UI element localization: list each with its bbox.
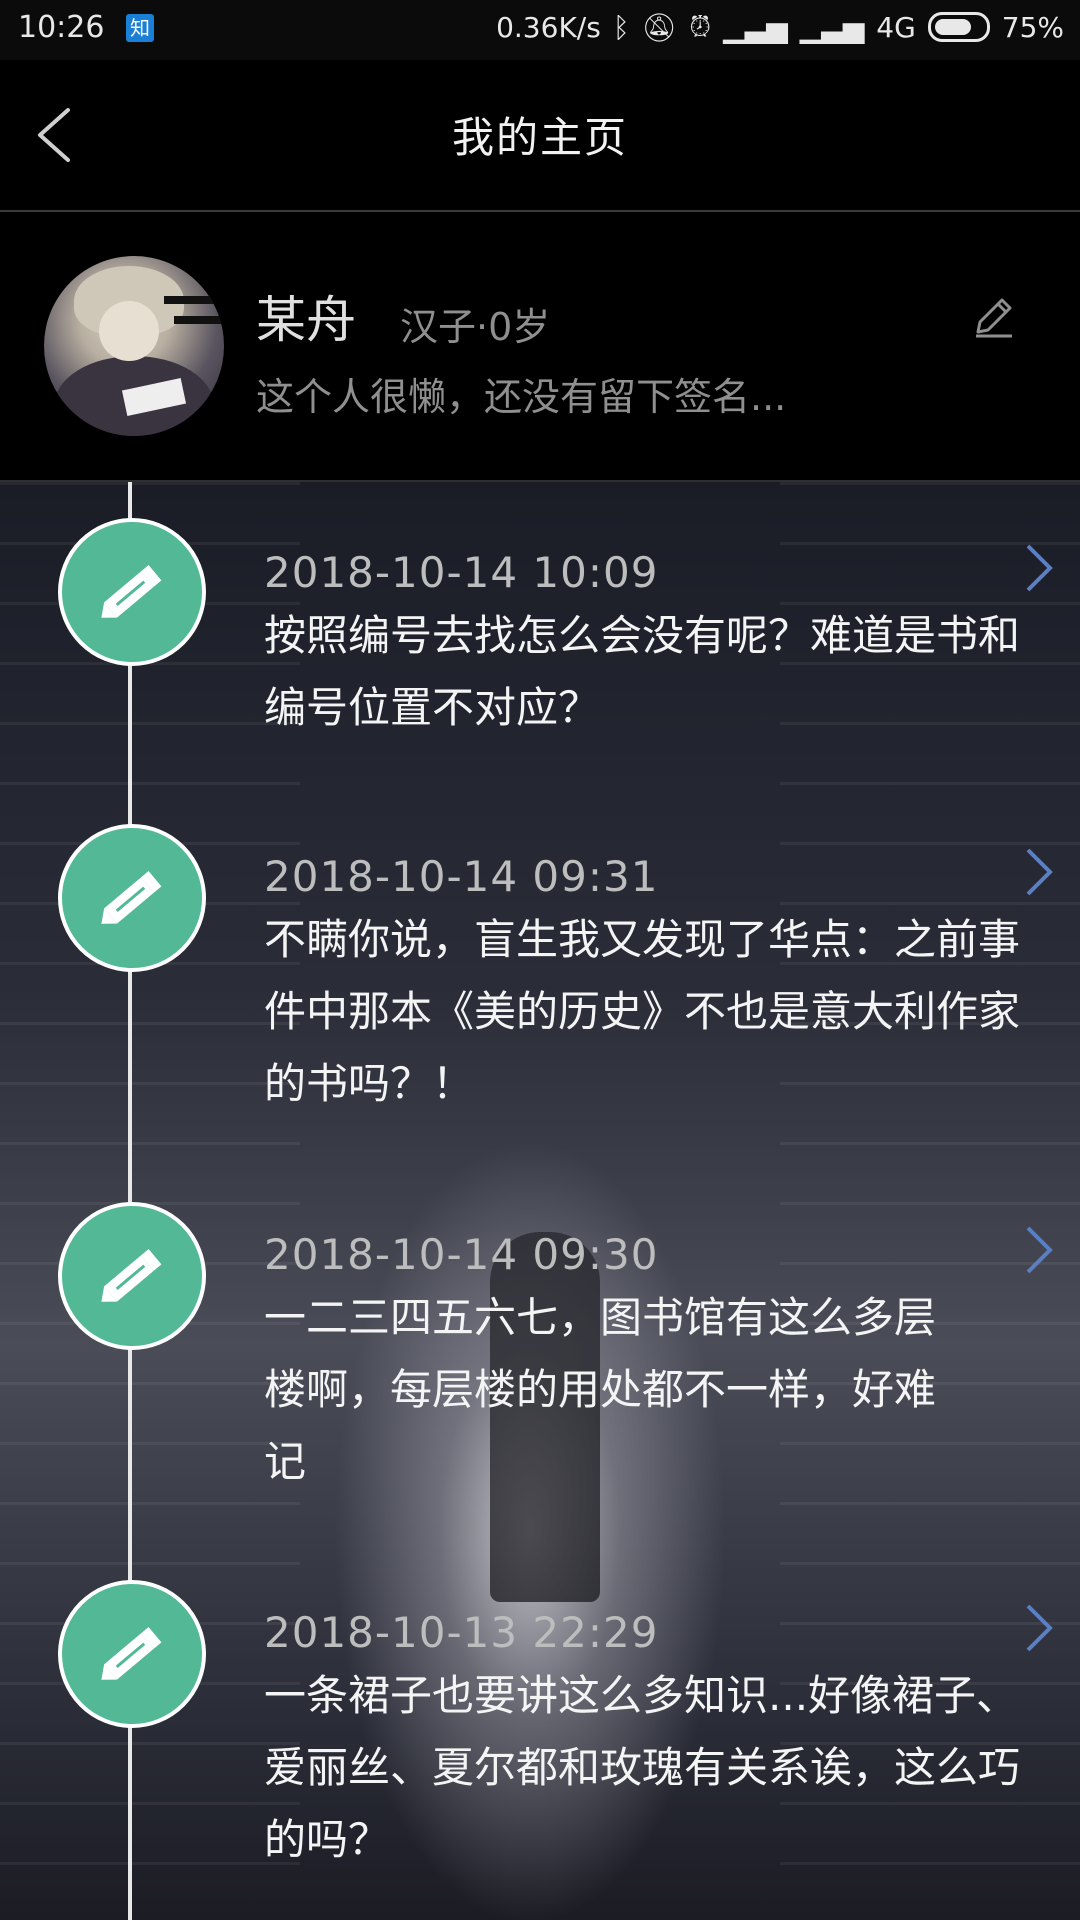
bluetooth-icon: ᛒ: [612, 10, 630, 44]
entry-date: 2018-10-14 09:30: [264, 1230, 659, 1279]
profile-bio: 这个人很懒，还没有留下签名...: [256, 375, 787, 419]
status-time: 10:26: [18, 10, 105, 45]
network-type: 4G: [876, 10, 916, 44]
edit-profile-button[interactable]: [968, 292, 1018, 342]
chevron-right-icon: [1026, 1604, 1053, 1652]
page-title: 我的主页: [451, 113, 628, 162]
signal-icon-2: ▁▃▅: [799, 10, 865, 44]
timeline-node: [58, 824, 206, 972]
zhihu-app-icon: 知: [126, 14, 154, 42]
app-header: 我的主页: [0, 60, 1080, 212]
pencil-icon: [101, 1249, 162, 1302]
chevron-right-icon: [1026, 1226, 1053, 1274]
pencil-icon: [101, 871, 162, 924]
profile-name: 某舟: [256, 291, 356, 349]
entry-date: 2018-10-13 22:29: [264, 1608, 659, 1657]
profile-meta: 汉子·0岁: [400, 305, 551, 349]
profile-card: 某舟 汉子·0岁 这个人很懒，还没有留下签名...: [0, 212, 1080, 482]
signal-icon-1: ▁▃▅: [723, 10, 788, 44]
chevron-right-icon: [1026, 544, 1053, 592]
bell-muted-icon: 🔕︎: [641, 10, 678, 44]
avatar[interactable]: [44, 256, 224, 436]
pencil-icon: [101, 565, 162, 618]
entry-date: 2018-10-14 10:09: [264, 548, 659, 597]
battery-icon: [927, 12, 990, 42]
alarm-icon: ⏰︎: [689, 10, 712, 43]
timeline-node: [58, 1202, 206, 1350]
status-right: 0.36K/s ᛒ 🔕︎ ⏰︎ ▁▃▅ ▁▃▅ 4G 75%: [496, 10, 1064, 44]
status-bar: 10:26 知 0.36K/s ᛒ 🔕︎ ⏰︎ ▁▃▅ ▁▃▅ 4G 75%: [0, 0, 1080, 60]
entry-date: 2018-10-14 09:31: [264, 852, 659, 901]
entry-text: 不瞒你说，盲生我又发现了华点：之前事件中那本《美的历史》不也是意大利作家的书吗？…: [264, 915, 1021, 1108]
network-speed: 0.36K/s: [496, 10, 601, 44]
entry-text: 一二三四五六七，图书馆有这么多层楼啊，每层楼的用处都不一样，好难记: [264, 1293, 937, 1486]
timeline-node: [58, 1580, 206, 1728]
entry-text: 一条裙子也要讲这么多知识...好像裙子、爱丽丝、夏尔都和玫瑰有关系诶，这么巧的吗…: [264, 1671, 1021, 1864]
chevron-right-icon: [1026, 848, 1053, 896]
entry-text: 按照编号去找怎么会没有呢？难道是书和编号位置不对应？: [264, 611, 1021, 732]
timeline: 2018-10-14 10:09 按照编号去找怎么会没有呢？难道是书和编号位置不…: [0, 482, 1080, 1920]
pencil-icon: [101, 1627, 162, 1680]
battery-percent: 75%: [1001, 10, 1064, 44]
pencil-edit-icon: [976, 298, 1012, 338]
timeline-node: [58, 518, 206, 666]
